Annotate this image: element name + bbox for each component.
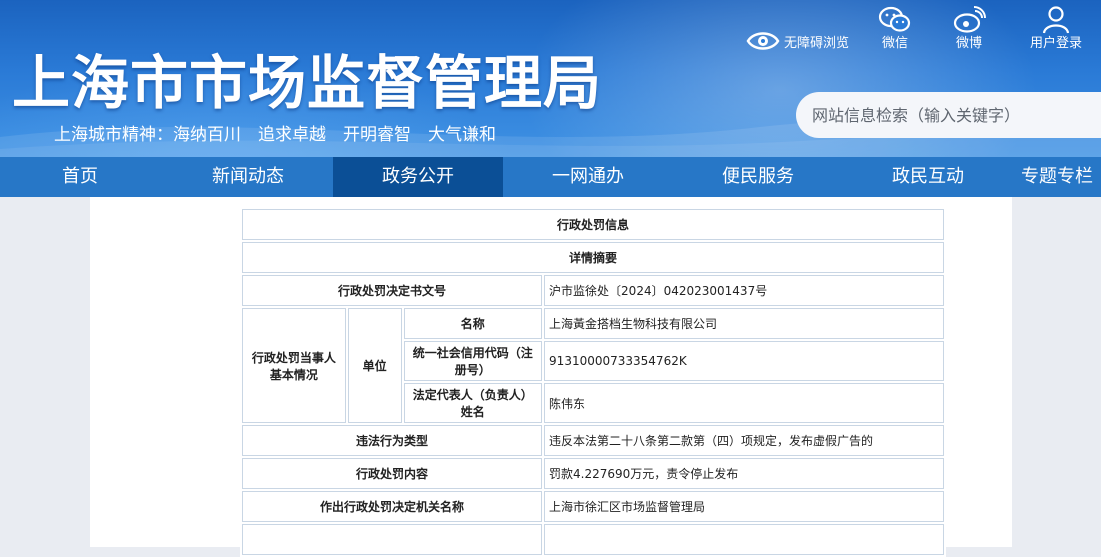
doc-number-label: 行政处罚决定书文号 [242,275,543,306]
nav-item-interaction[interactable]: 政民互动 [843,157,1013,197]
site-search-input[interactable] [796,92,1101,138]
nav-item-public-service[interactable]: 便民服务 [673,157,843,197]
section-title: 详情摘要 [242,242,944,273]
legal-rep-value: 陈伟东 [544,383,944,423]
table-row: 违法行为类型 违反本法第二十八条第二款第（四）项规定，发布虚假广告的 [242,425,944,456]
user-login-link[interactable]: 用户登录 [1024,6,1088,52]
nav-item-online-service[interactable]: 一网通办 [503,157,673,197]
name-label: 名称 [403,308,543,339]
table-row: 行政处罚信息 [242,209,944,240]
site-title: 上海市市场监督管理局 [12,49,603,117]
unit-label: 单位 [347,308,402,423]
content-area: 行政处罚信息 详情摘要 行政处罚决定书文号 沪市监徐处〔2024〕0420230… [90,197,1012,557]
city-slogan: 上海城市精神：海纳百川 追求卓越 开明睿智 大气谦和 [54,125,496,145]
penalty-content-label: 行政处罚内容 [242,458,543,489]
wechat-icon [863,6,927,34]
nav-item-topics[interactable]: 专题专栏 [1021,157,1101,197]
credit-code-label: 统一社会信用代码（注册号） [403,341,543,381]
accessibility-label: 无障碍浏览 [784,35,850,51]
weibo-label: 微博 [955,36,982,51]
nav-item-news[interactable]: 新闻动态 [163,157,333,197]
main-nav: 首页 新闻动态 政务公开 一网通办 便民服务 政民互动 专题专栏 [0,157,1101,197]
weibo-icon [937,6,1001,34]
party-label: 行政处罚当事人基本情况 [242,308,346,423]
nav-item-home[interactable]: 首页 [0,157,165,197]
legal-rep-label: 法定代表人（负责人）姓名 [403,383,543,423]
penalty-info-table: 行政处罚信息 详情摘要 行政处罚决定书文号 沪市监徐处〔2024〕0420230… [240,207,946,557]
table-title: 行政处罚信息 [242,209,944,240]
accessibility-button[interactable]: 无障碍浏览 [746,28,849,54]
table-row: 行政处罚内容 罚款4.227690万元，责令停止发布 [242,458,944,489]
user-icon [1024,6,1088,34]
violation-type-label: 违法行为类型 [242,425,543,456]
authority-label: 作出行政处罚决定机关名称 [242,491,543,522]
eye-icon [746,32,780,50]
nav-item-gov-affairs[interactable]: 政务公开 [333,157,503,197]
penalty-content-value: 罚款4.227690万元，责令停止发布 [544,458,944,489]
next-row-label [242,524,543,555]
name-value: 上海黃金搭档生物科技有限公司 [544,308,944,339]
credit-code-value: 91310000733354762K [544,341,944,381]
doc-number-value: 沪市监徐处〔2024〕042023001437号 [544,275,944,306]
table-row: 详情摘要 [242,242,944,273]
next-row-value [544,524,944,555]
weibo-link[interactable]: 微博 [937,6,1001,52]
authority-value: 上海市徐汇区市场监督管理局 [544,491,944,522]
table-row: 作出行政处罚决定机关名称 上海市徐汇区市场监督管理局 [242,491,944,522]
table-row [242,524,944,555]
table-row: 行政处罚当事人基本情况 单位 名称 上海黃金搭档生物科技有限公司 [242,308,944,423]
wechat-link[interactable]: 微信 [863,6,927,52]
site-header: 上海市市场监督管理局 上海城市精神：海纳百川 追求卓越 开明睿智 大气谦和 无障… [0,0,1101,157]
wechat-label: 微信 [881,36,908,51]
table-row: 行政处罚决定书文号 沪市监徐处〔2024〕042023001437号 [242,275,944,306]
violation-type-value: 违反本法第二十八条第二款第（四）项规定，发布虚假广告的 [544,425,944,456]
user-login-label: 用户登录 [1029,36,1082,51]
